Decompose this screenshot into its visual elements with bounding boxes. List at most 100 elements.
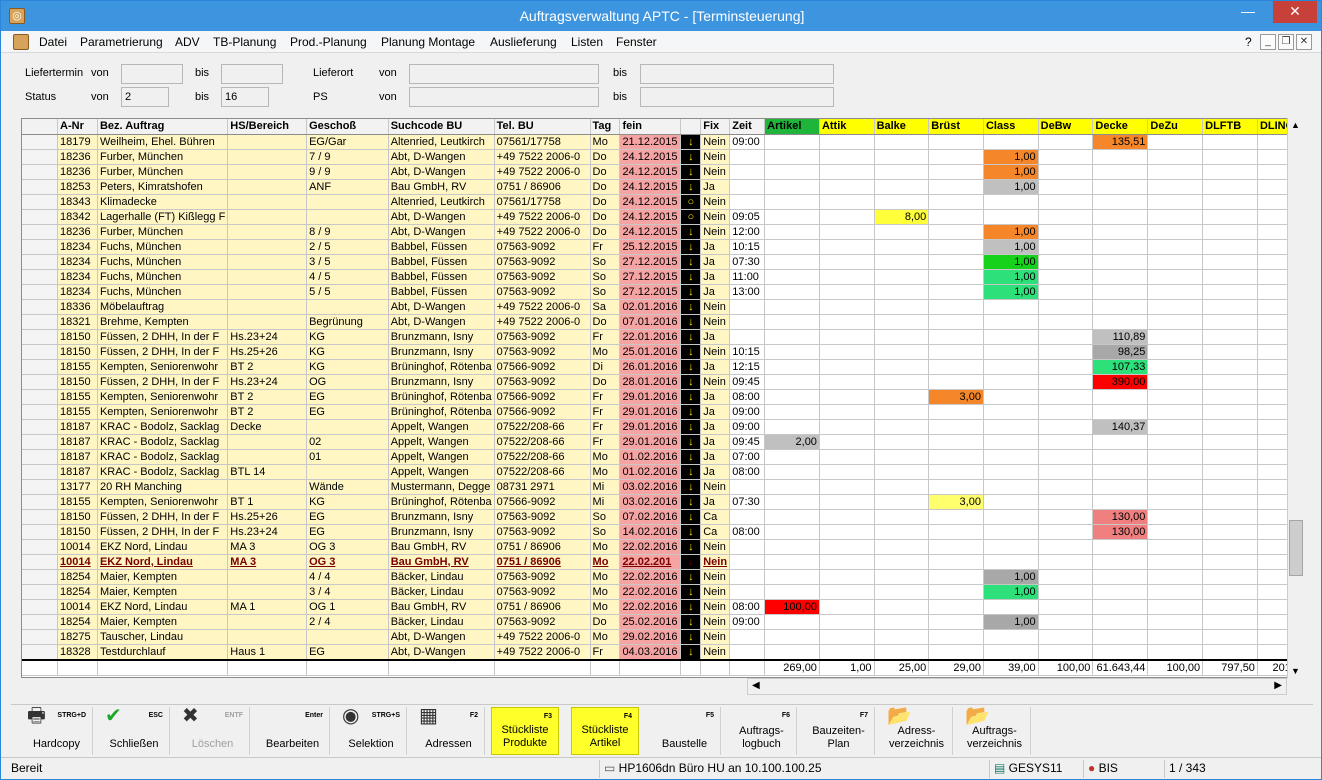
table-row[interactable]: 10014 EKZ Nord, Lindau MA 3 OG 3 Bau GmbH, R… bbox=[22, 539, 1303, 555]
table-row[interactable]: 18155 Kempten, Seniorenwohr BT 2 KG Brüningh… bbox=[22, 359, 1303, 375]
help-menu[interactable]: ? bbox=[1245, 35, 1252, 49]
table-row[interactable]: 10014 EKZ Nord, Lindau MA 1 OG 1 Bau GmbH, R… bbox=[22, 599, 1303, 615]
column-header[interactable]: Fix bbox=[700, 119, 731, 135]
table-row[interactable]: 18253 Peters, Kimratshofen ANF Bau GmbH, RV… bbox=[22, 179, 1303, 195]
menu-datei[interactable]: Datei bbox=[39, 35, 67, 49]
schließen-button[interactable]: ESC ✔ Schließen bbox=[99, 706, 170, 755]
adressen-button[interactable]: F2 ▦ Adressen bbox=[413, 706, 485, 755]
auftrags-verzeichnis-button[interactable]: 📂 Auftrags- verzeichnis bbox=[959, 706, 1031, 755]
table-row[interactable]: 18187 KRAC - Bodolz, Sacklag Decke Appelt, … bbox=[22, 419, 1303, 435]
scroll-thumb[interactable] bbox=[1289, 520, 1303, 576]
table-row[interactable]: 18343 Klimadecke Altenried, Leutkirch 07561… bbox=[22, 194, 1303, 210]
column-header[interactable]: Brüst bbox=[928, 119, 984, 135]
table-row[interactable]: 18236 Furber, München 7 / 9 Abt, D-Wangen +4… bbox=[22, 149, 1303, 165]
table-row[interactable]: 18150 Füssen, 2 DHH, In der F Hs.23+24 EG Br… bbox=[22, 524, 1303, 540]
menu-adv[interactable]: ADV bbox=[175, 35, 200, 49]
column-header[interactable]: Suchcode BU bbox=[388, 119, 495, 135]
column-header[interactable]: Class bbox=[983, 119, 1039, 135]
table-row[interactable]: 13177 20 RH Manching Wände Mustermann, Degg… bbox=[22, 479, 1303, 495]
mdi-close-button[interactable]: ✕ bbox=[1296, 34, 1312, 50]
table-row[interactable]: 18155 Kempten, Seniorenwohr BT 2 EG Brüningh… bbox=[22, 389, 1303, 405]
column-header[interactable]: fein bbox=[619, 119, 682, 135]
column-header[interactable]: Attik bbox=[819, 119, 875, 135]
table-row[interactable]: 18150 Füssen, 2 DHH, In der F Hs.23+24 OG Br… bbox=[22, 374, 1303, 390]
lieferort-bis-field[interactable] bbox=[640, 64, 834, 84]
column-header[interactable]: DeBw bbox=[1038, 119, 1094, 135]
column-header[interactable]: Geschoß bbox=[306, 119, 389, 135]
column-header[interactable]: DLFTB bbox=[1202, 119, 1258, 135]
mdi-restore-button[interactable]: ❐ bbox=[1278, 34, 1294, 50]
scroll-down-icon[interactable]: ▼ bbox=[1291, 666, 1300, 676]
scroll-right-icon[interactable]: ▶ bbox=[1274, 680, 1282, 691]
liefertermin-bis-field[interactable] bbox=[221, 64, 283, 84]
stückliste-produkte-button[interactable]: F3 Stückliste Produkte bbox=[491, 707, 559, 755]
column-header[interactable]: DeZu bbox=[1147, 119, 1204, 135]
status-von-field[interactable]: 2 bbox=[121, 87, 169, 107]
scroll-up-icon[interactable]: ▲ bbox=[1291, 120, 1300, 130]
minimize-button[interactable]: — bbox=[1233, 1, 1263, 23]
table-row[interactable]: 18234 Fuchs, München 4 / 5 Babbel, Füssen 07… bbox=[22, 269, 1303, 285]
table-row[interactable]: 18187 KRAC - Bodolz, Sacklag BTL 14 Appelt,… bbox=[22, 464, 1303, 480]
table-row[interactable]: 18328 Testdurchlauf Haus 1 EG Abt, D-Wangen +… bbox=[22, 644, 1303, 660]
close-button[interactable]: ✕ bbox=[1273, 1, 1317, 23]
ps-von-field[interactable] bbox=[409, 87, 599, 107]
selektion-button[interactable]: STRG+S ◉ Selektion bbox=[336, 706, 407, 755]
vertical-scrollbar[interactable]: ▲ ▼ bbox=[1287, 118, 1304, 678]
table-row[interactable]: 18254 Maier, Kempten 4 / 4 Bäcker, Lindau 07… bbox=[22, 569, 1303, 585]
table-row[interactable]: 18234 Fuchs, München 3 / 5 Babbel, Füssen 07… bbox=[22, 254, 1303, 270]
table-row[interactable]: 18236 Furber, München 8 / 9 Abt, D-Wangen +4… bbox=[22, 224, 1303, 240]
baustelle-button[interactable]: F5 Baustelle bbox=[649, 707, 721, 755]
document-icon[interactable] bbox=[13, 34, 29, 50]
horizontal-scrollbar[interactable]: ◀ ▶ bbox=[747, 678, 1287, 695]
table-row[interactable]: 18336 Möbelauftrag Abt, D-Wangen +49 7522 2… bbox=[22, 299, 1303, 315]
table-row[interactable]: 18150 Füssen, 2 DHH, In der F Hs.23+24 KG Br… bbox=[22, 329, 1303, 345]
column-header[interactable]: Tag bbox=[590, 119, 621, 135]
order-grid[interactable]: A-Nr Bez. Auftrag HS/Bereich Geschoß Suchcod… bbox=[21, 118, 1304, 678]
menu-planung-montage[interactable]: Planung Montage bbox=[381, 35, 475, 49]
löschen-button[interactable]: ENTF ✖ Löschen bbox=[176, 706, 250, 755]
auftrags-logbuch-button[interactable]: F6 Auftrags- logbuch bbox=[727, 707, 797, 755]
column-header[interactable]: A-Nr bbox=[57, 119, 98, 135]
table-row[interactable]: 18321 Brehme, Kempten Begrünung Abt, D-Wang… bbox=[22, 314, 1303, 330]
mdi-minimize-button[interactable]: _ bbox=[1260, 34, 1276, 50]
column-header[interactable]: Bez. Auftrag bbox=[97, 119, 229, 135]
lieferort-von-field[interactable] bbox=[409, 64, 599, 84]
table-row[interactable]: 18150 Füssen, 2 DHH, In der F Hs.25+26 EG Br… bbox=[22, 509, 1303, 525]
menu-prod-planung[interactable]: Prod.-Planung bbox=[290, 35, 367, 49]
bauzeiten-plan-button[interactable]: F7 Bauzeiten- Plan bbox=[803, 707, 875, 755]
column-header[interactable] bbox=[680, 119, 702, 135]
table-row[interactable]: 18187 KRAC - Bodolz, Sacklag 02 Appelt, Wan… bbox=[22, 434, 1303, 450]
column-header[interactable]: Artikel bbox=[764, 119, 820, 135]
menu-tb-planung[interactable]: TB-Planung bbox=[213, 35, 276, 49]
bearbeiten-button[interactable]: Enter Bearbeiten bbox=[256, 707, 330, 755]
column-header[interactable]: Tel. BU bbox=[494, 119, 591, 135]
adress-verzeichnis-button[interactable]: 📂 Adress- verzeichnis bbox=[881, 706, 953, 755]
table-row[interactable]: 18275 Tauscher, Lindau Abt, D-Wangen +49 75… bbox=[22, 629, 1303, 645]
table-row[interactable]: 18179 Weilheim, Ehel. Bühren EG/Gar Altenri… bbox=[22, 134, 1303, 150]
table-row[interactable]: 18254 Maier, Kempten 3 / 4 Bäcker, Lindau 07… bbox=[22, 584, 1303, 600]
table-row[interactable]: 18155 Kempten, Seniorenwohr BT 2 EG Brüningh… bbox=[22, 404, 1303, 420]
column-header[interactable]: Balke bbox=[874, 119, 930, 135]
menu-auslieferung[interactable]: Auslieferung bbox=[490, 35, 557, 49]
column-header[interactable]: Zeit bbox=[729, 119, 766, 135]
stückliste-artikel-button[interactable]: F4 Stückliste Artikel bbox=[571, 707, 639, 755]
column-header[interactable]: HS/Bereich bbox=[227, 119, 308, 135]
table-row[interactable]: 18155 Kempten, Seniorenwohr BT 1 KG Brüningh… bbox=[22, 494, 1303, 510]
liefertermin-von-field[interactable] bbox=[121, 64, 183, 84]
table-row[interactable]: 18234 Fuchs, München 2 / 5 Babbel, Füssen 07… bbox=[22, 239, 1303, 255]
status-bis-field[interactable]: 16 bbox=[221, 87, 269, 107]
table-row[interactable]: 18342 Lagerhalle (FT) Kißlegg F Abt, D-Wan… bbox=[22, 209, 1303, 225]
table-row[interactable]: 18187 KRAC - Bodolz, Sacklag 01 Appelt, Wan… bbox=[22, 449, 1303, 465]
scroll-left-icon[interactable]: ◀ bbox=[752, 680, 760, 691]
ps-bis-field[interactable] bbox=[640, 87, 834, 107]
menu-fenster[interactable]: Fenster bbox=[616, 35, 657, 49]
table-row[interactable]: 18236 Furber, München 9 / 9 Abt, D-Wangen +4… bbox=[22, 164, 1303, 180]
column-header[interactable]: Decke bbox=[1092, 119, 1149, 135]
menu-listen[interactable]: Listen bbox=[571, 35, 603, 49]
hardcopy-button[interactable]: STRG+D 🖶 Hardcopy bbox=[21, 706, 93, 755]
table-row[interactable]: 18234 Fuchs, München 5 / 5 Babbel, Füssen 07… bbox=[22, 284, 1303, 300]
table-row[interactable]: 18254 Maier, Kempten 2 / 4 Bäcker, Lindau 07… bbox=[22, 614, 1303, 630]
menu-parametrierung[interactable]: Parametrierung bbox=[80, 35, 163, 49]
table-row[interactable]: 18150 Füssen, 2 DHH, In der F Hs.25+26 KG Br… bbox=[22, 344, 1303, 360]
table-row[interactable]: 10014 EKZ Nord, Lindau MA 3 OG 3 Bau GmbH, R… bbox=[22, 554, 1303, 570]
